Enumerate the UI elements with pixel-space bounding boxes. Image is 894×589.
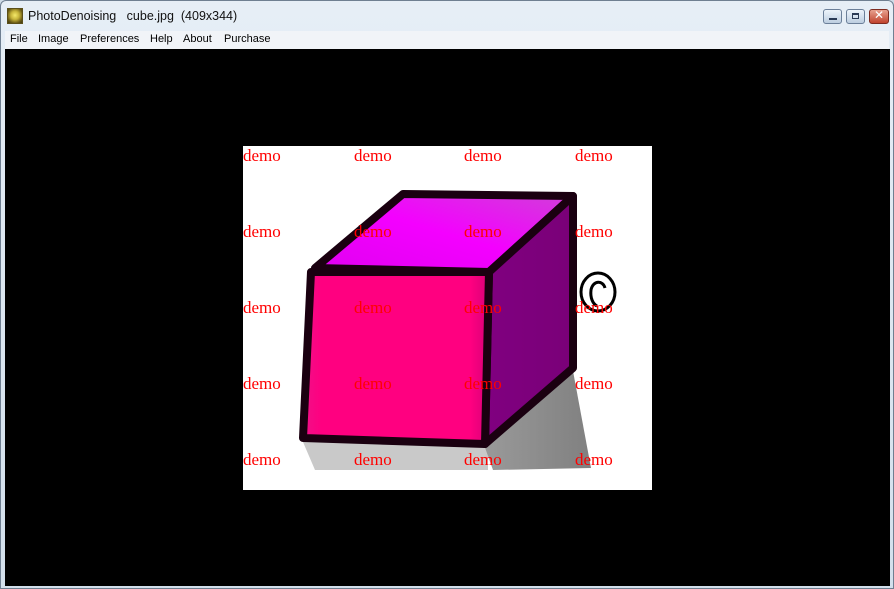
watermark: demo bbox=[243, 298, 281, 317]
close-button[interactable]: ✕ bbox=[869, 8, 889, 24]
minimize-icon bbox=[829, 18, 837, 20]
menu-help[interactable]: Help bbox=[150, 33, 173, 45]
watermark: demo bbox=[464, 450, 502, 469]
close-icon: ✕ bbox=[873, 8, 885, 22]
cube-front-face bbox=[299, 268, 493, 448]
watermark: demo bbox=[354, 298, 392, 317]
watermark: demo bbox=[464, 146, 502, 165]
watermark: demo bbox=[575, 146, 613, 165]
watermark: demo bbox=[575, 450, 613, 469]
watermark: demo bbox=[243, 222, 281, 241]
image-view[interactable]: demo demo demo demo demo demo demo demo … bbox=[243, 146, 652, 490]
watermark: demo bbox=[464, 222, 502, 241]
window-title: PhotoDenoising cube.jpg (409x344) bbox=[28, 9, 238, 23]
menu-bar: File Image Preferences Help About Purcha… bbox=[5, 31, 889, 49]
minimize-button[interactable] bbox=[823, 9, 842, 24]
watermark: demo bbox=[464, 374, 502, 393]
menu-about[interactable]: About bbox=[183, 33, 212, 45]
watermark: demo bbox=[243, 146, 281, 165]
maximize-button[interactable] bbox=[846, 9, 865, 24]
menu-file[interactable]: File bbox=[10, 33, 28, 45]
menu-preferences[interactable]: Preferences bbox=[80, 33, 139, 45]
watermark: demo bbox=[464, 298, 502, 317]
watermark: demo bbox=[575, 222, 613, 241]
watermark: demo bbox=[354, 450, 392, 469]
watermark: demo bbox=[354, 222, 392, 241]
maximize-icon bbox=[852, 13, 859, 19]
watermark: demo bbox=[243, 450, 281, 469]
cube-image bbox=[299, 190, 617, 470]
app-window: PhotoDenoising cube.jpg (409x344) ✕ File… bbox=[0, 0, 894, 589]
watermark: demo bbox=[575, 374, 613, 393]
app-icon bbox=[7, 8, 23, 24]
menu-image[interactable]: Image bbox=[38, 33, 69, 45]
watermark: demo bbox=[354, 146, 392, 165]
title-bar[interactable]: PhotoDenoising cube.jpg (409x344) ✕ bbox=[1, 1, 893, 31]
watermark: demo bbox=[354, 374, 392, 393]
menu-purchase[interactable]: Purchase bbox=[224, 33, 270, 45]
watermark: demo bbox=[575, 298, 613, 317]
watermark: demo bbox=[243, 374, 281, 393]
image-canvas[interactable]: demo demo demo demo demo demo demo demo … bbox=[5, 49, 890, 586]
